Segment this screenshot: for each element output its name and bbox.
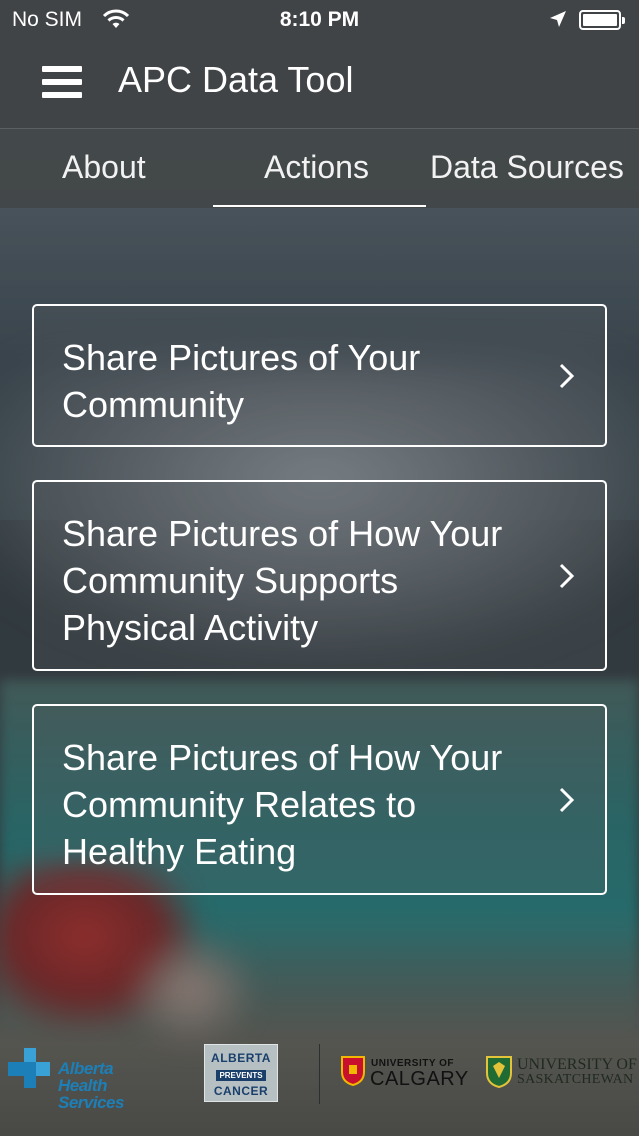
action-share-physical-activity[interactable]: Share Pictures of How Your Community Sup…: [32, 480, 607, 671]
ucalgary-crest-icon: [341, 1056, 365, 1086]
university-of-saskatchewan-logo: UNIVERSITY OF SASKATCHEWAN: [486, 1054, 637, 1094]
apc-line1: ALBERTA: [211, 1051, 271, 1065]
action-share-community[interactable]: Share Pictures of Your Community: [32, 304, 607, 447]
hamburger-menu-icon[interactable]: [42, 66, 82, 100]
ahs-line2: Services: [58, 1093, 124, 1112]
action-label: Share Pictures of Your Community: [62, 337, 421, 425]
university-of-calgary-logo: UNIVERSITY OF CALGARY: [341, 1054, 468, 1094]
active-tab-indicator: [213, 205, 426, 207]
usask-line2: SASKATCHEWAN: [517, 1072, 634, 1087]
alberta-prevents-cancer-logo: ALBERTA PREVENTS CANCER: [204, 1044, 278, 1102]
ahs-line1: Alberta Health: [58, 1059, 114, 1095]
status-bar: No SIM 8:10 PM: [0, 0, 639, 40]
ucalgary-line2: CALGARY: [370, 1068, 469, 1090]
ahs-cross-icon: [8, 1048, 50, 1088]
apc-line3: CANCER: [213, 1084, 269, 1098]
tab-actions[interactable]: Actions: [264, 149, 369, 186]
tab-bar: About Actions Data Sources: [0, 129, 639, 208]
location-arrow-icon: [548, 9, 568, 34]
action-share-healthy-eating[interactable]: Share Pictures of How Your Community Rel…: [32, 704, 607, 895]
tab-about[interactable]: About: [62, 149, 146, 186]
action-label: Share Pictures of How Your Community Sup…: [62, 513, 503, 648]
chevron-right-icon: [559, 563, 575, 588]
usask-crest-icon: [486, 1056, 512, 1088]
status-time: 8:10 PM: [279, 8, 360, 31]
action-label: Share Pictures of How Your Community Rel…: [62, 737, 503, 872]
alberta-health-services-logo: Alberta Health Services: [8, 1046, 158, 1111]
apc-line2: PREVENTS: [216, 1070, 266, 1081]
battery-icon: [579, 10, 625, 30]
app-header: APC Data Tool: [0, 40, 639, 129]
chevron-right-icon: [559, 363, 575, 388]
tab-data-sources[interactable]: Data Sources: [430, 149, 624, 186]
app-title: APC Data Tool: [118, 59, 354, 100]
partner-logos: Alberta Health Services ALBERTA PREVENTS…: [0, 1036, 639, 1116]
logo-divider: [319, 1044, 320, 1104]
chevron-right-icon: [559, 787, 575, 812]
